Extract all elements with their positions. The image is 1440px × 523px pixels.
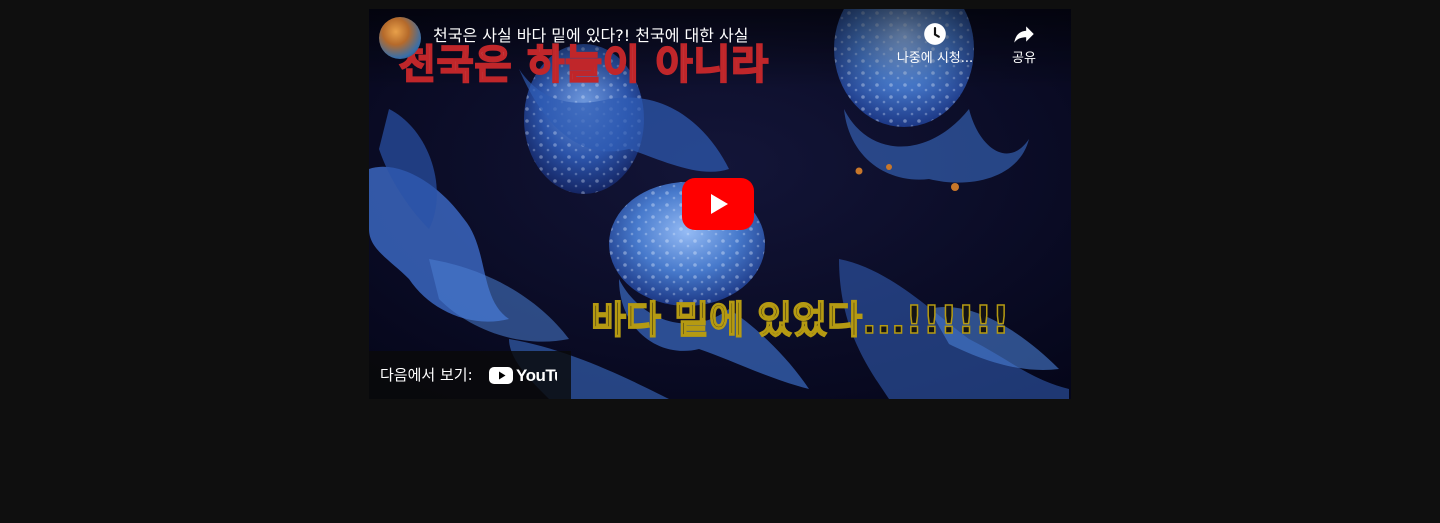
watch-later-label: 나중에 시청... xyxy=(896,51,974,66)
play-icon xyxy=(682,178,754,230)
share-button[interactable]: 공유 xyxy=(999,21,1049,67)
watch-on-label: 다음에서 보기: xyxy=(380,366,473,384)
watch-later-button[interactable]: 나중에 시청... xyxy=(889,21,981,67)
play-button[interactable] xyxy=(682,178,754,230)
player-top-bar: 천국은 사실 바다 밑에 있다?! 천국에 대한 사실 나중에 시청... 공유 xyxy=(369,9,1071,79)
share-label: 공유 xyxy=(1012,51,1036,66)
video-title-link[interactable]: 천국은 사실 바다 밑에 있다?! 천국에 대한 사실 xyxy=(433,26,748,46)
watch-on-youtube-button[interactable]: 다음에서 보기: YouTube xyxy=(369,351,571,399)
thumbnail-caption-text: 바다 밑에 있었다...!!!!!! xyxy=(590,297,1010,343)
youtube-logo-icon: YouTube xyxy=(489,366,557,385)
video-player[interactable]: 천국은 하늘이 아니라 바다 밑에 있었다...!!!!!! 천국은 사실 바다… xyxy=(369,9,1071,399)
share-arrow-icon xyxy=(1014,26,1034,43)
channel-avatar[interactable] xyxy=(379,17,421,59)
youtube-wordmark: YouTube xyxy=(516,366,557,385)
clock-icon xyxy=(924,23,946,45)
